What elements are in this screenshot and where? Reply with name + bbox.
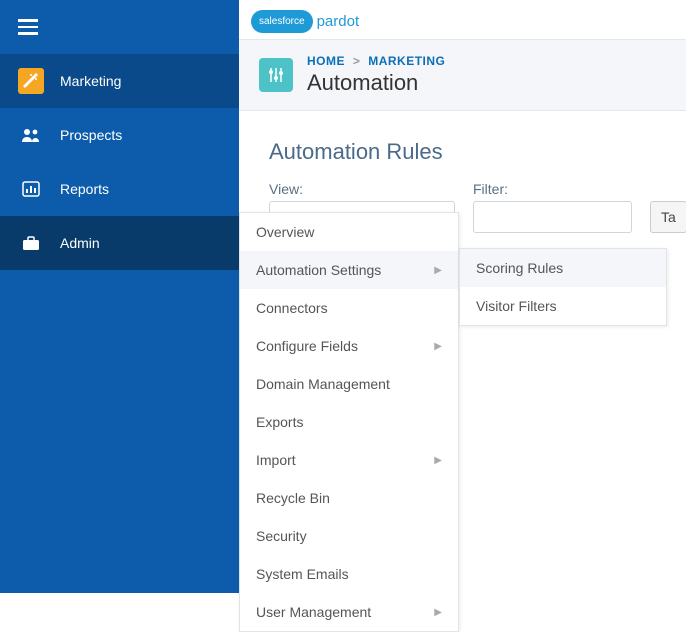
sidebar-item-prospects[interactable]: Prospects (0, 108, 239, 162)
submenu-item-visitor-filters[interactable]: Visitor Filters (460, 287, 666, 325)
sidebar-item-label: Reports (60, 181, 109, 197)
wand-icon (18, 68, 44, 94)
product-name: pardot (317, 13, 360, 30)
page-header: HOME > MARKETING Automation (239, 39, 686, 111)
automation-settings-submenu: Scoring Rules Visitor Filters (459, 248, 667, 326)
sidebar-item-admin[interactable]: Admin (0, 216, 239, 270)
sidebar-item-label: Admin (60, 235, 100, 251)
sidebar: Marketing Prospects Reports Admin (0, 0, 239, 593)
menu-item-system-emails[interactable]: System Emails (240, 555, 458, 593)
filter-input[interactable] (473, 201, 632, 233)
sidebar-item-label: Prospects (60, 127, 122, 143)
breadcrumb-separator: > (353, 54, 361, 68)
salesforce-logo-icon: salesforce (251, 10, 313, 33)
menu-item-recycle-bin[interactable]: Recycle Bin (240, 479, 458, 517)
task-button[interactable]: Ta (650, 201, 686, 233)
sidebar-item-marketing[interactable]: Marketing (0, 54, 239, 108)
chevron-right-icon: ▶ (434, 455, 442, 466)
briefcase-icon (18, 230, 44, 256)
chevron-right-icon: ▶ (434, 265, 442, 276)
submenu-item-scoring-rules[interactable]: Scoring Rules (460, 249, 666, 287)
breadcrumb-section[interactable]: MARKETING (368, 54, 445, 68)
menu-item-exports[interactable]: Exports (240, 403, 458, 441)
logo-bar: salesforce pardot (239, 0, 686, 39)
breadcrumb-home[interactable]: HOME (307, 54, 345, 68)
chevron-right-icon: ▶ (434, 607, 442, 618)
sliders-icon (259, 58, 293, 92)
sidebar-item-label: Marketing (60, 73, 121, 89)
menu-item-security[interactable]: Security (240, 517, 458, 555)
chart-icon (18, 176, 44, 202)
menu-item-domain-management[interactable]: Domain Management (240, 365, 458, 403)
menu-item-user-management[interactable]: User Management▶ (240, 593, 458, 631)
menu-item-configure-fields[interactable]: Configure Fields▶ (240, 327, 458, 365)
admin-flyout-menu: Overview Automation Settings▶ Connectors… (239, 212, 459, 632)
section-title: Automation Rules (269, 139, 686, 165)
breadcrumb: HOME > MARKETING (307, 54, 445, 68)
filter-label: Filter: (473, 181, 632, 197)
hamburger-menu-icon[interactable] (0, 0, 239, 54)
people-icon (18, 122, 44, 148)
view-label: View: (269, 181, 455, 197)
menu-item-automation-settings[interactable]: Automation Settings▶ (240, 251, 458, 289)
menu-item-connectors[interactable]: Connectors (240, 289, 458, 327)
page-title: Automation (307, 70, 445, 96)
sidebar-item-reports[interactable]: Reports (0, 162, 239, 216)
menu-item-import[interactable]: Import▶ (240, 441, 458, 479)
chevron-right-icon: ▶ (434, 341, 442, 352)
menu-item-overview[interactable]: Overview (240, 213, 458, 251)
